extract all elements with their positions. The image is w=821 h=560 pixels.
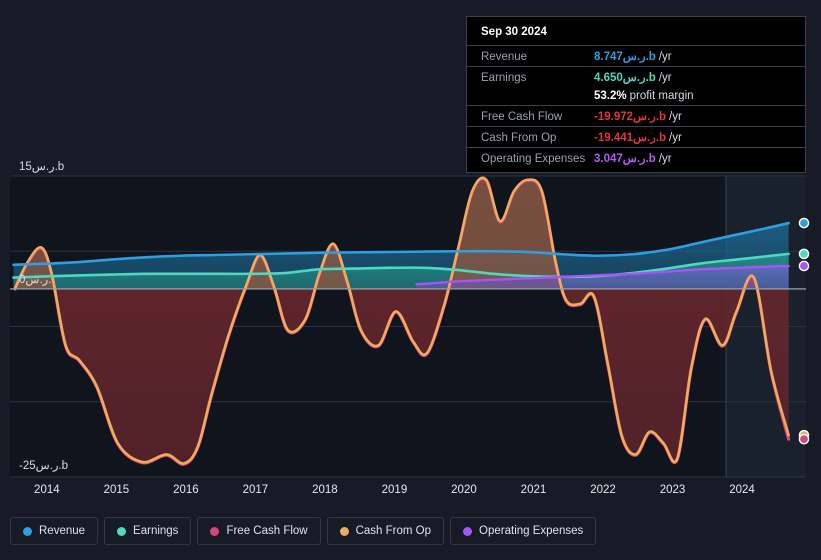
chart-page: 15ر.س.b 0ر.س. -25ر.س.b 2014 2015 2016 2017 2… [0, 0, 821, 560]
tooltip-row: Cash From Op -19.441ر.س.b/yr [467, 126, 805, 147]
tooltip-row-unit: /yr [658, 72, 672, 84]
tooltip-row-label: Operating Expenses [481, 153, 586, 165]
tooltip-row-unit: /yr [669, 111, 682, 123]
legend-color-dot [23, 526, 32, 536]
tooltip-row-value-wrap: 3.047ر.س.b/yr [594, 151, 672, 165]
tooltip-row-value-wrap: -19.441ر.س.b/yr [594, 130, 682, 144]
tooltip-row-value: 4.650ر.س.b [594, 72, 656, 84]
x-axis-tick: 2015 [103, 484, 130, 496]
tooltip-row-label: Cash From Op [481, 132, 557, 144]
tooltip-row-value: 8.747ر.س.b [594, 51, 656, 63]
tooltip-row-value-wrap: -19.972ر.س.b/yr [594, 109, 682, 123]
x-axis-tick: 2022 [590, 484, 616, 496]
tooltip-row-value: 3.047ر.س.b [594, 153, 656, 165]
tooltip-row-label: Free Cash Flow [481, 111, 563, 123]
chart-tooltip: Sep 30 2024 Revenue 8.747ر.س.b/yr Earnings… [466, 16, 806, 173]
tooltip-row: 53.2% profit margin [467, 87, 805, 105]
tooltip-row-value: -19.441ر.س.b [594, 132, 667, 144]
x-axis-tick: 2023 [659, 484, 686, 496]
x-axis-tick: 2021 [520, 484, 547, 496]
legend-label: Free Cash Flow [226, 525, 308, 537]
y-axis-label-max: 15ر.س.b [19, 161, 65, 173]
y-axis-label-zero: 0ر.س. [19, 274, 52, 286]
tooltip-row: Earnings 4.650ر.س.b/yr [467, 66, 805, 87]
tooltip-row-value-wrap: 53.2% profit margin [594, 90, 694, 102]
tooltip-row-unit: /yr [658, 51, 672, 63]
tooltip-row-unit: /yr [658, 153, 672, 165]
tooltip-row-unit: /yr [669, 132, 682, 144]
x-axis-tick: 2020 [451, 484, 477, 496]
legend-color-dot [117, 526, 127, 536]
x-axis-tick: 2018 [312, 484, 338, 496]
legend-item-operating-expenses[interactable]: Operating Expenses [450, 517, 597, 545]
legend-item-earnings[interactable]: Earnings [104, 517, 192, 545]
tooltip-row-value-wrap: 4.650ر.س.b/yr [594, 70, 672, 84]
end-marker-earnings [798, 248, 810, 260]
x-axis-tick: 2016 [173, 484, 199, 496]
legend-item-revenue[interactable]: Revenue [10, 517, 99, 545]
tooltip-row-value: -19.972ر.س.b [594, 111, 667, 123]
end-marker-revenue [798, 217, 810, 229]
tooltip-row-value: 53.2% [594, 90, 627, 102]
legend-item-free-cash-flow[interactable]: Free Cash Flow [197, 517, 321, 545]
tooltip-row: Revenue 8.747ر.س.b/yr [467, 45, 805, 66]
x-axis-tick: 2017 [242, 484, 269, 496]
end-marker-free-cash-flow [798, 433, 810, 445]
legend-label: Revenue [39, 525, 86, 537]
tooltip-row: Operating Expenses 3.047ر.س.b/yr [467, 147, 805, 168]
end-marker-operating-expenses [798, 260, 810, 272]
legend-label: Operating Expenses [479, 525, 584, 537]
x-axis-tick: 2024 [729, 484, 755, 496]
legend-item-cash-from-op[interactable]: Cash From Op [326, 517, 445, 545]
legend-color-dot [210, 526, 220, 536]
x-axis-tick: 2014 [34, 484, 60, 496]
tooltip-row: Free Cash Flow -19.972ر.س.b/yr [467, 105, 805, 126]
y-axis-label-min: -25ر.س.b [19, 460, 69, 472]
legend-color-dot [339, 526, 349, 536]
tooltip-row-label: Revenue [481, 51, 528, 63]
tooltip-row-unit: profit margin [629, 90, 694, 102]
legend-label: Earnings [133, 525, 179, 537]
tooltip-row-value-wrap: 8.747ر.س.b/yr [594, 49, 672, 63]
chart-legend[interactable]: Revenue Earnings Free Cash Flow Cash From O… [10, 517, 597, 545]
x-axis-tick: 2019 [381, 484, 408, 496]
legend-color-dot [463, 526, 473, 536]
legend-label: Cash From Op [355, 525, 432, 537]
tooltip-row-label: Earnings [481, 72, 527, 84]
tooltip-rows: Revenue 8.747ر.س.b/yr Earnings 4.650ر.س.b/y… [467, 45, 805, 168]
tooltip-date: Sep 30 2024 [481, 26, 547, 38]
